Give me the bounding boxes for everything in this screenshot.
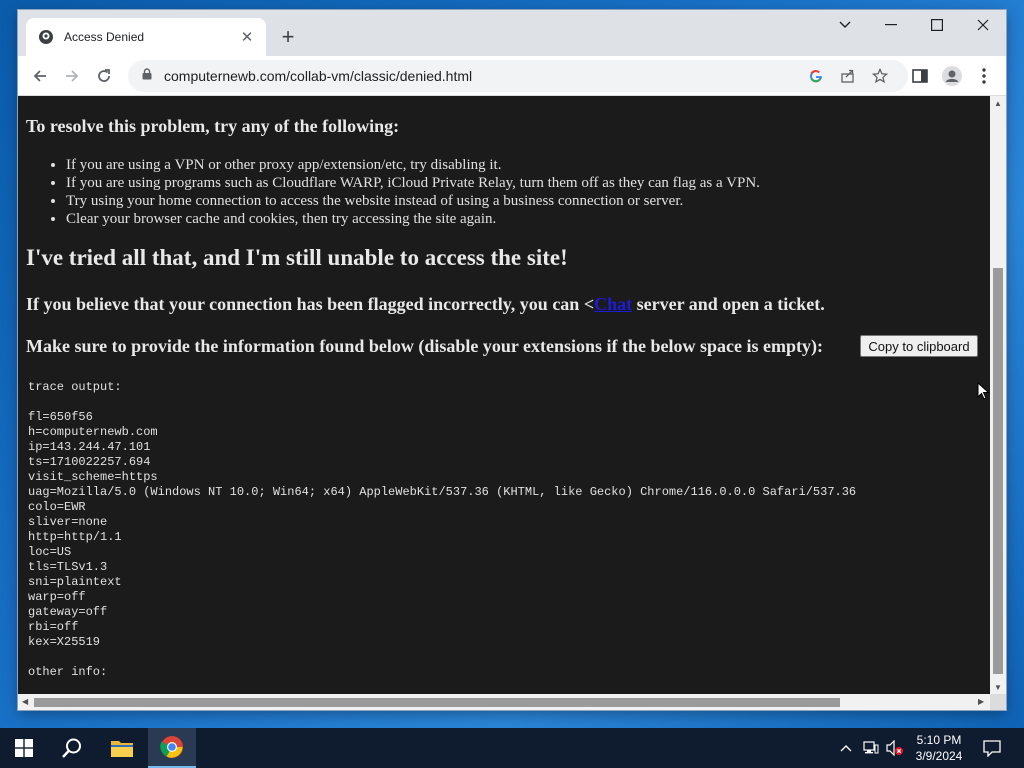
trace-line: warp=off bbox=[28, 590, 86, 604]
trace-line: kex=X25519 bbox=[28, 635, 101, 649]
trace-line: http=http/1.1 bbox=[28, 530, 122, 544]
windows-logo-icon bbox=[15, 739, 33, 757]
trace-line: loc=US bbox=[28, 545, 72, 559]
browser-window: Access Denied ✕ + computernewb.com/colla… bbox=[18, 10, 1006, 710]
scrollbar-corner bbox=[990, 694, 1006, 710]
forward-button[interactable] bbox=[58, 62, 86, 90]
tips-list: If you are using a VPN or other proxy ap… bbox=[66, 156, 760, 228]
trace-line: fl=650f56 bbox=[28, 410, 93, 424]
tried-heading: I've tried all that, and I'm still unabl… bbox=[26, 245, 568, 270]
chat-link[interactable]: Chat bbox=[594, 294, 632, 314]
taskbar: 5:10 PM 3/9/2024 bbox=[0, 728, 1024, 768]
horizontal-scroll-thumb[interactable] bbox=[34, 698, 840, 707]
back-button[interactable] bbox=[26, 62, 54, 90]
show-hidden-icons-button[interactable] bbox=[836, 728, 856, 768]
trace-line: tls=TLSv1.3 bbox=[28, 560, 108, 574]
clock-date: 3/9/2024 bbox=[915, 749, 963, 763]
side-panel-icon[interactable] bbox=[908, 64, 932, 88]
minimize-button[interactable] bbox=[868, 10, 914, 40]
flag-heading: If you believe that your connection has … bbox=[26, 294, 825, 315]
start-button[interactable] bbox=[0, 728, 48, 768]
scroll-left-arrow-icon[interactable]: ◀ bbox=[22, 698, 28, 706]
clock-time: 5:10 PM bbox=[916, 733, 962, 747]
tip-item: If you are using a VPN or other proxy ap… bbox=[66, 156, 760, 174]
provide-heading: Make sure to provide the information fou… bbox=[26, 336, 824, 356]
notification-icon bbox=[983, 740, 1001, 757]
network-button[interactable] bbox=[860, 728, 882, 768]
lock-icon[interactable] bbox=[142, 67, 152, 85]
trace-line: colo=EWR bbox=[28, 500, 86, 514]
mouse-cursor-icon bbox=[977, 382, 990, 400]
tip-item: Clear your browser cache and cookies, th… bbox=[66, 210, 760, 228]
trace-line: visit_scheme=https bbox=[28, 470, 158, 484]
share-icon[interactable] bbox=[838, 66, 858, 86]
trace-line: ip=143.244.47.101 bbox=[28, 440, 151, 454]
vertical-scrollbar[interactable]: ▲ ▼ bbox=[990, 96, 1006, 694]
vertical-scroll-thumb[interactable] bbox=[993, 268, 1003, 674]
trace-line: ts=1710022257.694 bbox=[28, 455, 151, 469]
profile-avatar-icon[interactable] bbox=[940, 64, 964, 88]
maximize-button[interactable] bbox=[914, 10, 960, 40]
scroll-right-arrow-icon[interactable]: ▶ bbox=[978, 698, 984, 706]
trace-line: h=computernewb.com bbox=[28, 425, 158, 439]
trace-line: gateway=off bbox=[28, 605, 108, 619]
close-window-button[interactable] bbox=[960, 10, 1006, 40]
chrome-taskbar-button[interactable] bbox=[148, 728, 196, 768]
scroll-up-arrow-icon[interactable]: ▲ bbox=[994, 100, 1002, 108]
chrome-icon bbox=[160, 736, 183, 758]
flag-suffix-text: server and open a ticket. bbox=[632, 294, 825, 314]
network-icon bbox=[863, 741, 879, 754]
browser-toolbar: computernewb.com/collab-vm/classic/denie… bbox=[18, 56, 1006, 96]
clock[interactable]: 5:10 PM 3/9/2024 bbox=[908, 728, 970, 768]
browser-menu-icon[interactable] bbox=[972, 64, 996, 88]
volume-button[interactable] bbox=[884, 728, 906, 768]
site-favicon-icon bbox=[38, 29, 54, 45]
tip-item: If you are using programs such as Cloudf… bbox=[66, 174, 760, 192]
horizontal-scrollbar[interactable]: ◀ ▶ bbox=[18, 694, 990, 710]
trace-output[interactable]: trace output: fl=650f56 h=computernewb.co… bbox=[28, 380, 856, 680]
folder-icon bbox=[111, 741, 133, 757]
url-text: computernewb.com/collab-vm/classic/denie… bbox=[164, 68, 473, 84]
tip-item: Try using your home connection to access… bbox=[66, 192, 760, 210]
flag-prefix-text: If you believe that your connection has … bbox=[26, 294, 595, 314]
tab-title: Access Denied bbox=[64, 30, 145, 44]
search-icon bbox=[62, 738, 81, 758]
trace-line: uag=Mozilla/5.0 (Windows NT 10.0; Win64;… bbox=[28, 485, 857, 499]
tab-access-denied[interactable]: Access Denied ✕ bbox=[26, 18, 266, 56]
reload-button[interactable] bbox=[90, 62, 118, 90]
bookmark-star-icon[interactable] bbox=[870, 66, 890, 86]
copy-to-clipboard-button[interactable]: Copy to clipboard bbox=[860, 335, 978, 357]
file-explorer-button[interactable] bbox=[98, 728, 146, 768]
tab-close-icon[interactable]: ✕ bbox=[238, 28, 256, 46]
google-icon[interactable] bbox=[806, 66, 826, 86]
trace-line: sliver=none bbox=[28, 515, 108, 529]
trace-line: rbi=off bbox=[28, 620, 79, 634]
resolve-heading: To resolve this problem, try any of the … bbox=[26, 116, 400, 136]
address-bar[interactable]: computernewb.com/collab-vm/classic/denie… bbox=[128, 60, 908, 92]
tab-strip: Access Denied ✕ + bbox=[18, 10, 1006, 56]
notifications-button[interactable] bbox=[976, 728, 1008, 768]
trace-title: trace output: bbox=[28, 380, 122, 394]
page-viewport: To resolve this problem, try any of the … bbox=[18, 96, 990, 694]
chevron-up-icon bbox=[840, 745, 852, 752]
tab-search-button[interactable] bbox=[822, 10, 868, 40]
trace-line: sni=plaintext bbox=[28, 575, 122, 589]
volume-muted-icon bbox=[886, 740, 903, 756]
scroll-down-arrow-icon[interactable]: ▼ bbox=[994, 684, 1002, 692]
new-tab-button[interactable]: + bbox=[276, 25, 300, 49]
search-button[interactable] bbox=[48, 728, 96, 768]
other-info-label: other info: bbox=[28, 665, 108, 679]
